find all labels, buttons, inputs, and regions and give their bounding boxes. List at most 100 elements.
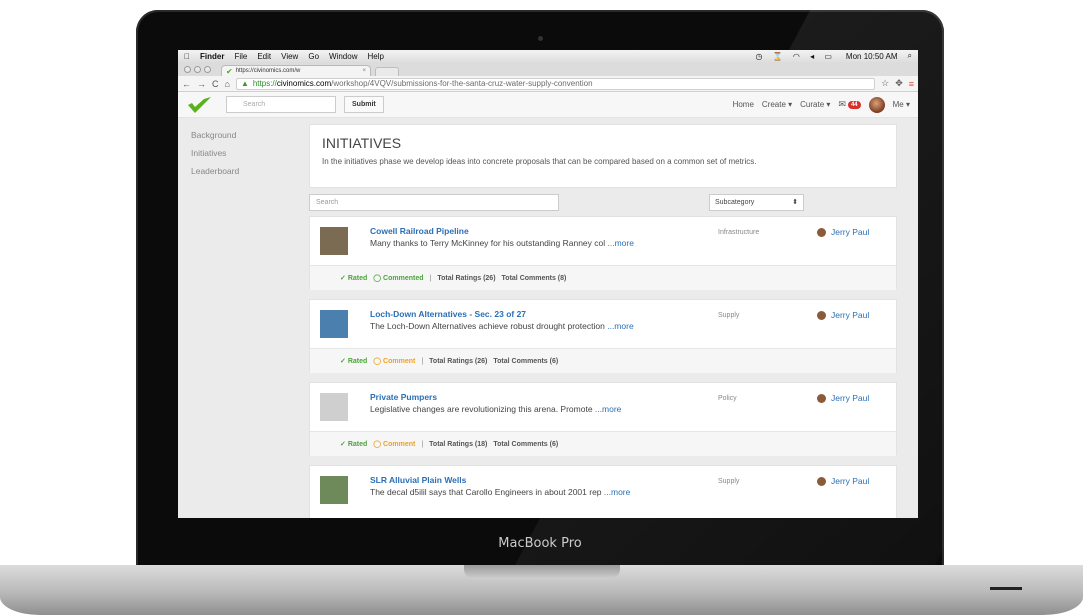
initiative-list: Cowell Railroad Pipeline Many thanks to … [309,216,897,518]
initiative-title[interactable]: SLR Alluvial Plain Wells [370,475,466,485]
initiative-thumbnail[interactable] [320,227,348,255]
initiative-category: Supply [718,478,740,485]
rated-status[interactable]: ✓ Rated [340,357,367,365]
subcategory-label: Subcategory [715,198,755,206]
sidebar-item-leaderboard[interactable]: Leaderboard [191,162,291,180]
menu-file[interactable]: File [234,52,247,61]
browser-toolbar: ← → C ⌂ ▲ https://civinomics.com/worksho… [178,76,918,92]
more-link[interactable]: ...more [608,238,634,248]
user-avatar[interactable] [868,96,885,113]
back-icon[interactable]: ← [182,79,191,89]
reload-icon[interactable]: C [212,79,219,89]
total-comments: Total Comments (6) [493,357,559,365]
url-path: /workshop/4VQV/submissions-for-the-santa… [331,79,593,88]
page-body: Background Initiatives Leaderboard INITI… [178,118,918,518]
nav-home[interactable]: Home [733,100,754,109]
tab-title: https://civinomics.com/w [235,68,301,74]
base-indicator [990,587,1022,590]
rated-status[interactable]: ✓ Rated [340,440,367,448]
initiative-thumbnail[interactable] [320,476,348,504]
initiative-title[interactable]: Cowell Railroad Pipeline [370,226,469,236]
comment-status[interactable]: ◯ Commented [373,274,423,282]
menu-view[interactable]: View [281,52,298,61]
initiative-thumbnail[interactable] [320,310,348,338]
author-link[interactable]: Jerry Paul [817,227,869,237]
comment-status[interactable]: ◯ Comment [373,440,415,448]
civinomics-logo[interactable] [186,96,212,114]
subcategory-select[interactable]: Subcategory ⬍ [709,193,804,211]
initiative-search-input[interactable]: Search [309,193,559,211]
close-window-icon[interactable] [184,65,191,73]
bookmark-star-icon[interactable]: ☆ [881,78,889,89]
sidebar-item-background[interactable]: Background [191,126,291,144]
intro-panel: INITIATIVES In the initiatives phase we … [309,124,897,188]
menu-finder[interactable]: Finder [200,52,224,61]
item-stats: ✓ Rated ◯ Comment | Total Ratings (18) T… [310,431,896,456]
messages-link[interactable]: ✉ 44 [838,99,861,110]
browser-tab[interactable]: ✔ https://civinomics.com/w × [221,65,371,76]
item-stats: ✓ Rated ◯ Comment | Total Ratings (26) T… [310,348,896,373]
zoom-window-icon[interactable] [204,65,211,73]
author-avatar [817,227,826,237]
message-count-badge: 44 [847,100,861,109]
total-comments: Total Comments (8) [501,274,567,282]
spotlight-icon[interactable]: ⌕ [908,51,912,61]
total-comments: Total Comments (6) [493,440,559,448]
window-controls [184,62,211,76]
forward-icon[interactable]: → [197,79,206,89]
initiative-item: Loch-Down Alternatives - Sec. 23 of 27 T… [309,299,897,373]
menu-window[interactable]: Window [329,52,357,61]
status-icons[interactable]: ◷ ⌛ ◠ ◂ ▭ [756,52,836,61]
select-arrow-icon: ⬍ [792,199,798,206]
submit-button[interactable]: Submit [344,96,384,113]
initiative-item: Cowell Railroad Pipeline Many thanks to … [309,216,897,290]
more-link[interactable]: ...more [607,321,633,331]
initiative-item: Private Pumpers Legislative changes are … [309,382,897,456]
total-ratings: Total Ratings (26) [429,357,488,365]
author-avatar [817,310,826,320]
author-link[interactable]: Jerry Paul [817,393,869,403]
initiative-excerpt: The decal d5ilil says that Carollo Engin… [370,487,631,497]
mac-menubar:  Finder File Edit View Go Window Help ◷… [178,50,918,62]
menubar-clock[interactable]: Mon 10:50 AM [846,52,898,61]
sidebar-item-initiatives[interactable]: Initiatives [191,144,291,162]
initiative-title[interactable]: Loch-Down Alternatives - Sec. 23 of 27 [370,309,526,319]
menu-edit[interactable]: Edit [257,52,271,61]
page-description: In the initiatives phase we develop idea… [322,157,757,166]
nav-curate[interactable]: Curate ▾ [800,100,830,109]
checkmark-favicon-icon: ✔ [226,66,233,76]
close-tab-icon[interactable]: × [362,68,366,74]
extension-icon[interactable]: ✥ [895,78,903,89]
lock-icon: ▲ [240,79,249,88]
menu-help[interactable]: Help [367,52,383,61]
initiative-excerpt: The Loch-Down Alternatives achieve robus… [370,321,634,331]
site-navbar: Search Submit Home Create ▾ Curate ▾ ✉ 4… [178,92,918,118]
address-bar[interactable]: ▲ https://civinomics.com/workshop/4VQV/s… [235,77,876,90]
site-search-input[interactable]: Search [226,96,336,113]
screen:  Finder File Edit View Go Window Help ◷… [178,50,918,518]
apple-menu-icon[interactable]:  [184,52,190,61]
item-stats: ✓ Rated ◯ Commented | Total Ratings (26)… [310,265,896,290]
rated-status[interactable]: ✓ Rated [340,274,367,282]
menu-go[interactable]: Go [308,52,319,61]
me-menu[interactable]: Me ▾ [893,100,910,109]
home-icon[interactable]: ⌂ [225,79,230,89]
author-avatar [817,476,826,486]
initiative-category: Policy [718,395,737,402]
new-tab-button[interactable] [375,67,399,76]
page-title: INITIATIVES [322,135,402,151]
comment-status[interactable]: ◯ Comment [373,357,415,365]
more-link[interactable]: ...more [595,404,621,414]
more-link[interactable]: ...more [604,487,630,497]
author-link[interactable]: Jerry Paul [817,476,869,486]
nav-create[interactable]: Create ▾ [762,100,792,109]
initiative-thumbnail[interactable] [320,393,348,421]
menu-icon[interactable]: ≡ [909,79,914,89]
author-link[interactable]: Jerry Paul [817,310,869,320]
browser-tabbar: ✔ https://civinomics.com/w × [178,62,918,76]
initiative-title[interactable]: Private Pumpers [370,392,437,402]
minimize-window-icon[interactable] [194,65,201,73]
laptop-notch [464,565,620,579]
filter-row: Search Subcategory ⬍ [309,188,897,216]
initiative-item: SLR Alluvial Plain Wells The decal d5ili… [309,465,897,518]
